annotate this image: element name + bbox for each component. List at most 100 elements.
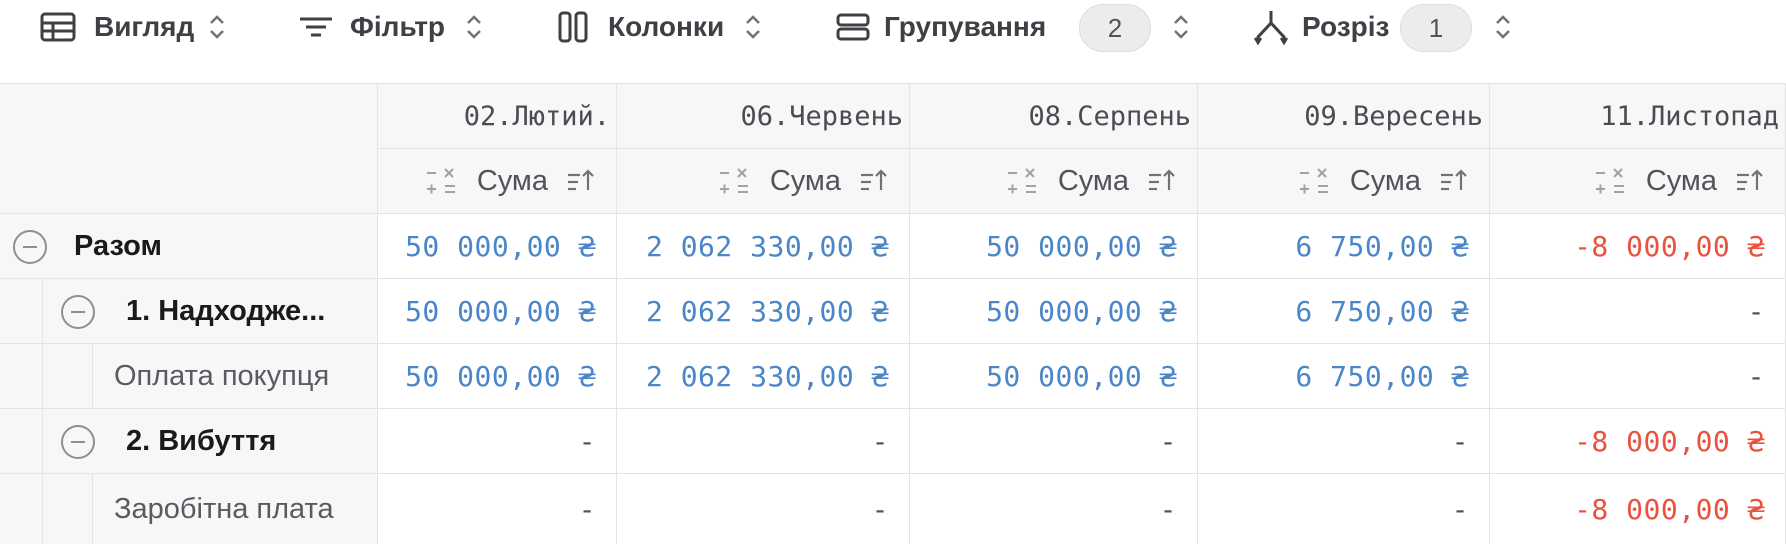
- view-button[interactable]: Вигляд: [40, 0, 226, 54]
- columns-button[interactable]: Колонки: [558, 0, 762, 54]
- value-text: -: [871, 424, 889, 458]
- column-header-aggregate[interactable]: Сума: [617, 149, 910, 214]
- value-cell[interactable]: 6 750,00 ₴: [1198, 214, 1490, 279]
- row-label: 1. Надходже...: [126, 294, 326, 327]
- chevron-updown-icon: [746, 15, 761, 39]
- slice-button[interactable]: Розріз: [1254, 0, 1389, 54]
- filter-button[interactable]: Фільтр: [298, 0, 483, 54]
- value-cell[interactable]: -8 000,00 ₴: [1490, 214, 1786, 279]
- column-date-label: 11.Листопад: [1600, 100, 1779, 132]
- column-header-aggregate[interactable]: Сума: [910, 149, 1198, 214]
- value-cell[interactable]: 6 750,00 ₴: [1198, 344, 1490, 409]
- calculator-icon[interactable]: [1006, 165, 1040, 197]
- column-date-label: 08.Серпень: [1028, 100, 1191, 132]
- value-text: -: [1747, 294, 1765, 328]
- value-text: -: [578, 492, 596, 526]
- sort-icon[interactable]: [859, 166, 889, 196]
- row-label: Разом: [74, 229, 162, 262]
- value-cell[interactable]: -: [1198, 474, 1490, 544]
- row-group-outflow[interactable]: 2. Вибуття: [0, 409, 378, 474]
- value-cell[interactable]: -: [617, 474, 910, 544]
- value-text: -: [578, 424, 596, 458]
- aggregate-label: Сума: [1349, 164, 1421, 197]
- row-group-income[interactable]: 1. Надходже...: [0, 279, 378, 344]
- collapse-icon[interactable]: [60, 424, 96, 460]
- sort-icon[interactable]: [566, 166, 596, 196]
- row-label: Заробітна плата: [114, 492, 334, 525]
- row-item-customer-payment[interactable]: Оплата покупця: [0, 344, 378, 409]
- sort-icon[interactable]: [1735, 166, 1765, 196]
- value-cell[interactable]: 50 000,00 ₴: [378, 344, 617, 409]
- value-cell[interactable]: -: [910, 474, 1198, 544]
- row-total[interactable]: Разом: [0, 214, 378, 279]
- column-header-aggregate[interactable]: Сума: [378, 149, 617, 214]
- value-cell[interactable]: 50 000,00 ₴: [910, 214, 1198, 279]
- column-header-date[interactable]: 02.Лютий.: [378, 84, 617, 149]
- value-cell[interactable]: -8 000,00 ₴: [1490, 474, 1786, 544]
- value-cell[interactable]: 2 062 330,00 ₴: [617, 279, 910, 344]
- pivot-table: 02.Лютий. Сума 06.Червень Сума 08.Серпень Сум…: [0, 83, 1786, 544]
- value-text: 2 062 330,00 ₴: [645, 359, 889, 393]
- column-date-label: 06.Червень: [740, 100, 903, 132]
- filter-label: Фільтр: [350, 11, 446, 42]
- column-header-date[interactable]: 09.Вересень: [1198, 84, 1490, 149]
- value-cell[interactable]: -8 000,00 ₴: [1490, 409, 1786, 474]
- indent-guide: [92, 344, 93, 409]
- column-header-aggregate[interactable]: Сума: [1198, 149, 1490, 214]
- collapse-icon[interactable]: [12, 229, 48, 265]
- value-text: -: [1159, 492, 1177, 526]
- value-cell[interactable]: -: [1490, 344, 1786, 409]
- sort-icon[interactable]: [1439, 166, 1469, 196]
- aggregate-label: Сума: [1645, 164, 1717, 197]
- filter-icon: [300, 17, 332, 37]
- value-cell[interactable]: 50 000,00 ₴: [910, 279, 1198, 344]
- calculator-icon[interactable]: [1594, 165, 1628, 197]
- column-header-aggregate[interactable]: Сума: [1490, 149, 1786, 214]
- value-text: -: [871, 492, 889, 526]
- chevron-updown-icon[interactable]: [1494, 12, 1512, 42]
- value-text: 6 750,00 ₴: [1295, 359, 1469, 393]
- indent-guide: [92, 474, 93, 544]
- row-label: 2. Вибуття: [126, 424, 277, 457]
- row-item-salary[interactable]: Заробітна плата: [0, 474, 378, 544]
- slice-label: Розріз: [1302, 11, 1390, 42]
- value-text: 50 000,00 ₴: [986, 229, 1177, 263]
- calculator-icon[interactable]: [425, 165, 459, 197]
- aggregate-group: Сума: [718, 165, 909, 198]
- value-text: 2 062 330,00 ₴: [645, 229, 889, 263]
- value-cell[interactable]: -: [617, 409, 910, 474]
- value-cell[interactable]: -: [910, 409, 1198, 474]
- column-header-date[interactable]: 06.Червень: [617, 84, 910, 149]
- value-text: 50 000,00 ₴: [986, 359, 1177, 393]
- split-icon: [1254, 11, 1288, 45]
- value-cell[interactable]: -: [378, 474, 617, 544]
- grouping-count-badge: 2: [1079, 4, 1151, 52]
- grouping-button[interactable]: Групування: [836, 0, 1046, 54]
- value-text: 6 750,00 ₴: [1295, 229, 1469, 263]
- value-cell[interactable]: 2 062 330,00 ₴: [617, 344, 910, 409]
- column-date-label: 09.Вересень: [1304, 100, 1483, 132]
- value-cell[interactable]: 2 062 330,00 ₴: [617, 214, 910, 279]
- sort-icon[interactable]: [1147, 166, 1177, 196]
- columns-icon: [558, 11, 588, 43]
- slice-count-badge: 1: [1400, 4, 1472, 52]
- value-cell[interactable]: -: [1490, 279, 1786, 344]
- value-cell[interactable]: 50 000,00 ₴: [378, 214, 617, 279]
- value-cell[interactable]: 50 000,00 ₴: [378, 279, 617, 344]
- value-text: 2 062 330,00 ₴: [645, 294, 889, 328]
- value-cell[interactable]: 6 750,00 ₴: [1198, 279, 1490, 344]
- calculator-icon[interactable]: [1298, 165, 1332, 197]
- value-text: -8 000,00 ₴: [1574, 229, 1765, 263]
- indent-guide: [42, 279, 43, 544]
- column-header-date[interactable]: 11.Листопад: [1490, 84, 1786, 149]
- collapse-icon[interactable]: [60, 294, 96, 330]
- calculator-icon[interactable]: [718, 165, 752, 197]
- value-text: -8 000,00 ₴: [1574, 424, 1765, 458]
- chevron-updown-icon[interactable]: [1172, 12, 1190, 42]
- table-view-icon: [40, 12, 76, 42]
- value-cell[interactable]: -: [378, 409, 617, 474]
- value-text: -: [1747, 359, 1765, 393]
- value-cell[interactable]: 50 000,00 ₴: [910, 344, 1198, 409]
- value-cell[interactable]: -: [1198, 409, 1490, 474]
- column-header-date[interactable]: 08.Серпень: [910, 84, 1198, 149]
